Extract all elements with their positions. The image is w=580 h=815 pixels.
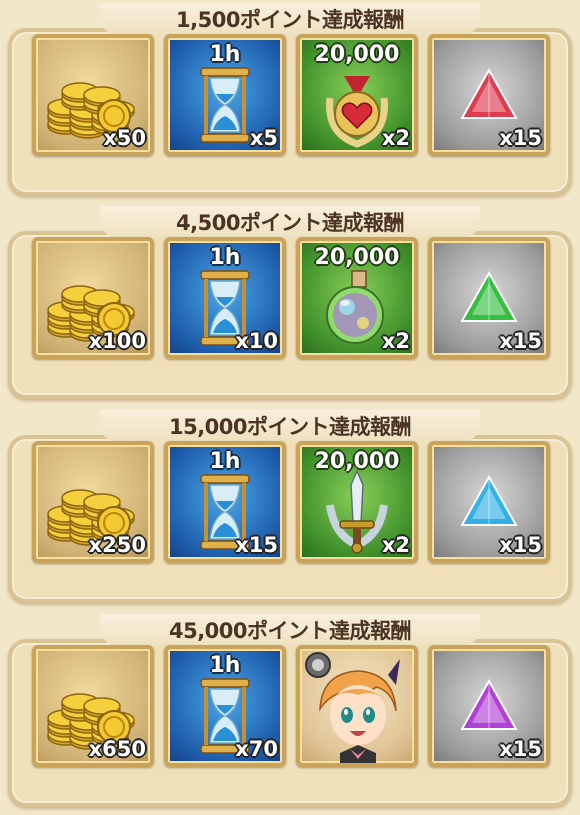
reward-item-time-boost[interactable]: 1h x5 — [164, 34, 286, 156]
reward-item-time-boost[interactable]: 1h x70 — [164, 645, 286, 767]
reward-item-gem[interactable]: x15 — [428, 645, 550, 767]
reward-item-coins[interactable]: x50 — [32, 34, 154, 156]
item-quantity: x100 — [88, 329, 146, 353]
reward-item-coins[interactable]: x650 — [32, 645, 154, 767]
reward-item-coins[interactable]: x250 — [32, 441, 154, 563]
item-quantity: x10 — [235, 329, 278, 353]
item-quantity: x15 — [499, 533, 542, 557]
reward-item-medal[interactable]: 20,000 x2 — [296, 34, 418, 156]
reward-item-coins[interactable]: x100 — [32, 237, 154, 359]
reward-item-time-boost[interactable]: 1h x15 — [164, 441, 286, 563]
tier-title-bar: 4,500ポイント達成報酬 — [100, 206, 480, 238]
item-quantity: x50 — [103, 126, 146, 150]
tier-title: 45,000ポイント達成報酬 — [168, 619, 412, 643]
item-quantity: x250 — [88, 533, 146, 557]
item-quantity: x650 — [88, 737, 146, 761]
item-quantity: x2 — [381, 533, 410, 557]
reward-item-gem[interactable]: x15 — [428, 441, 550, 563]
reward-item-time-boost[interactable]: 1h x10 — [164, 237, 286, 359]
tier-title-bar: 1,500ポイント達成報酬 — [100, 3, 480, 35]
item-quantity: x5 — [249, 126, 278, 150]
reward-item-gem[interactable]: x15 — [428, 34, 550, 156]
reward-item-character[interactable] — [296, 645, 418, 767]
tier-title: 1,500ポイント達成報酬 — [176, 8, 404, 32]
tier-title-bar: 45,000ポイント達成報酬 — [100, 614, 480, 646]
item-quantity: x15 — [499, 737, 542, 761]
item-quantity: x2 — [381, 126, 410, 150]
character-portrait-icon — [305, 652, 400, 763]
reward-item-sword[interactable]: 20,000 x2 — [296, 441, 418, 563]
tier-title: 4,500ポイント達成報酬 — [176, 211, 404, 235]
tier-title-bar: 15,000ポイント達成報酬 — [100, 410, 480, 442]
reward-item-gem[interactable]: x15 — [428, 237, 550, 359]
item-quantity: x15 — [499, 329, 542, 353]
item-quantity: x15 — [499, 126, 542, 150]
reward-list: 1,500ポイント達成報酬 x50 1h x5 20,000 x2 x15 4,… — [0, 0, 580, 815]
item-quantity: x70 — [235, 737, 278, 761]
tier-title: 15,000ポイント達成報酬 — [168, 415, 412, 439]
item-quantity: x15 — [235, 533, 278, 557]
reward-item-potion[interactable]: 20,000 x2 — [296, 237, 418, 359]
item-quantity: x2 — [381, 329, 410, 353]
